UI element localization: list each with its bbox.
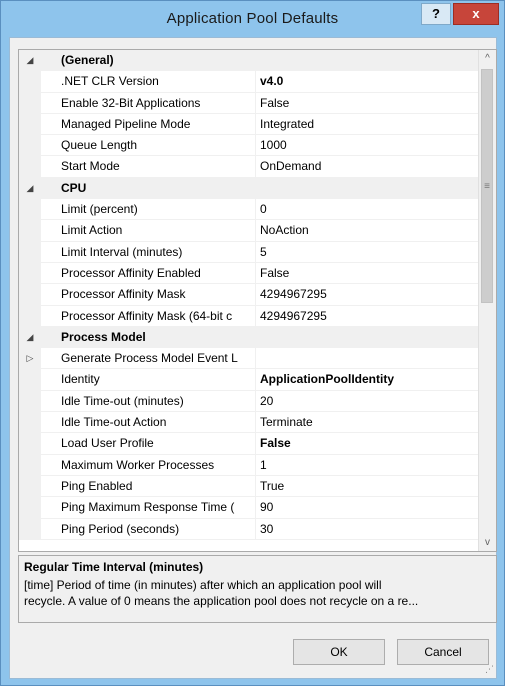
property-name: Idle Time-out Action (41, 412, 255, 434)
vertical-scrollbar[interactable]: ^ ≡ v (478, 50, 496, 551)
close-button[interactable]: x (453, 3, 499, 25)
property-row[interactable]: Maximum Worker Processes 1 (19, 454, 479, 476)
property-name: Ping Maximum Response Time ( (41, 497, 255, 519)
property-name: Ping Period (seconds) (41, 519, 255, 540)
cancel-button[interactable]: Cancel (397, 639, 489, 665)
property-value[interactable]: False (255, 92, 479, 114)
property-value[interactable]: 90 (255, 497, 479, 519)
property-value[interactable]: ApplicationPoolIdentity (255, 369, 479, 391)
property-name: Identity (41, 369, 255, 391)
property-row[interactable]: Processor Affinity Enabled False (19, 262, 479, 285)
dialog-window: Application Pool Defaults ? x ◢ (General… (0, 0, 505, 686)
property-row[interactable]: Queue Length 1000 (19, 135, 479, 157)
category-cpu[interactable]: ◢ CPU (19, 177, 479, 200)
scroll-down-icon[interactable]: v (479, 534, 496, 551)
description-line: recycle. A value of 0 means the applicat… (24, 594, 419, 608)
property-name: Ping Enabled (41, 476, 255, 498)
property-name: Idle Time-out (minutes) (41, 391, 255, 413)
property-row[interactable]: Ping Enabled True (19, 475, 479, 498)
property-row[interactable]: Limit Interval (minutes) 5 (19, 241, 479, 263)
property-row[interactable]: Processor Affinity Mask (64-bit c 4294967… (19, 305, 479, 327)
property-row[interactable]: ▷ Generate Process Model Event L (19, 348, 479, 370)
title-bar[interactable]: Application Pool Defaults ? x (1, 1, 504, 37)
property-value[interactable]: 1000 (255, 135, 479, 157)
property-name: Processor Affinity Mask (41, 284, 255, 306)
category-label: Process Model (61, 329, 146, 344)
property-value[interactable]: Terminate (255, 412, 479, 434)
property-name: Limit (percent) (41, 199, 255, 221)
category-label: CPU (61, 180, 87, 195)
property-name: Limit Action (41, 220, 255, 242)
property-row[interactable]: Limit (percent) 0 (19, 199, 479, 221)
property-value[interactable]: v4.0 (255, 71, 479, 93)
property-value[interactable]: 4294967295 (255, 305, 479, 327)
property-name: Processor Affinity Mask (64-bit c (41, 306, 255, 327)
ok-button[interactable]: OK (293, 639, 385, 665)
property-value[interactable]: OnDemand (255, 156, 479, 178)
property-value[interactable]: 5 (255, 241, 479, 263)
property-value[interactable]: 4294967295 (255, 284, 479, 306)
category-general[interactable]: ◢ (General) (19, 50, 479, 72)
scroll-thumb[interactable]: ≡ (481, 69, 493, 303)
description-panel: Regular Time Interval (minutes) [time] P… (18, 555, 497, 623)
property-value[interactable]: NoAction (255, 220, 479, 242)
help-button[interactable]: ? (421, 3, 451, 25)
property-row[interactable]: Managed Pipeline Mode Integrated (19, 113, 479, 136)
property-value[interactable]: Integrated (255, 113, 479, 136)
property-row[interactable]: Processor Affinity Mask 4294967295 (19, 284, 479, 306)
property-name: Limit Interval (minutes) (41, 242, 255, 263)
property-row[interactable]: Idle Time-out (minutes) 20 (19, 390, 479, 413)
property-row[interactable]: .NET CLR Version v4.0 (19, 71, 479, 93)
property-row[interactable]: Start Mode OnDemand (19, 156, 479, 178)
expand-icon[interactable]: ▷ (19, 348, 41, 370)
property-value[interactable]: 30 (255, 518, 479, 540)
property-row[interactable]: Ping Period (seconds) 30 (19, 518, 479, 540)
property-name: Load User Profile (41, 433, 255, 455)
property-row[interactable]: Identity ApplicationPoolIdentity (19, 369, 479, 391)
property-name: Enable 32-Bit Applications (41, 93, 255, 114)
property-name: Queue Length (41, 135, 255, 157)
property-name: Processor Affinity Enabled (41, 263, 255, 285)
property-row[interactable]: Load User Profile False (19, 433, 479, 455)
property-row[interactable]: Idle Time-out Action Terminate (19, 412, 479, 434)
category-label: (General) (61, 53, 114, 67)
property-row[interactable]: Ping Maximum Response Time (90 (19, 497, 479, 519)
property-name: Generate Process Model Event L (41, 348, 255, 370)
collapse-icon[interactable]: ◢ (19, 50, 41, 72)
category-process-model[interactable]: ◢ Process Model (19, 326, 479, 349)
property-value[interactable]: True (255, 475, 479, 498)
property-value[interactable]: False (255, 433, 479, 455)
property-name: Managed Pipeline Mode (41, 114, 255, 136)
property-value[interactable]: False (255, 262, 479, 285)
property-row[interactable]: Limit Action NoAction (19, 220, 479, 242)
property-name: .NET CLR Version (41, 71, 255, 93)
description-title: Regular Time Interval (minutes) (24, 560, 204, 574)
collapse-icon[interactable]: ◢ (19, 177, 41, 200)
property-value[interactable]: 20 (255, 390, 479, 413)
resize-grip-icon[interactable]: ⋰ (485, 664, 494, 675)
description-line: [time] Period of time (in minutes) after… (24, 578, 382, 592)
property-name: Start Mode (41, 156, 255, 178)
property-name: Maximum Worker Processes (41, 455, 255, 476)
property-rows: ◢ (General) .NET CLR Version v4.0 Enable … (19, 50, 479, 540)
property-grid[interactable]: ◢ (General) .NET CLR Version v4.0 Enable … (18, 49, 497, 552)
property-value[interactable]: 0 (255, 199, 479, 221)
scroll-up-icon[interactable]: ^ (479, 50, 496, 67)
property-value[interactable]: 1 (255, 454, 479, 476)
collapse-icon[interactable]: ◢ (19, 326, 41, 349)
property-value[interactable] (255, 348, 479, 370)
property-row[interactable]: Enable 32-Bit Applications False (19, 92, 479, 114)
